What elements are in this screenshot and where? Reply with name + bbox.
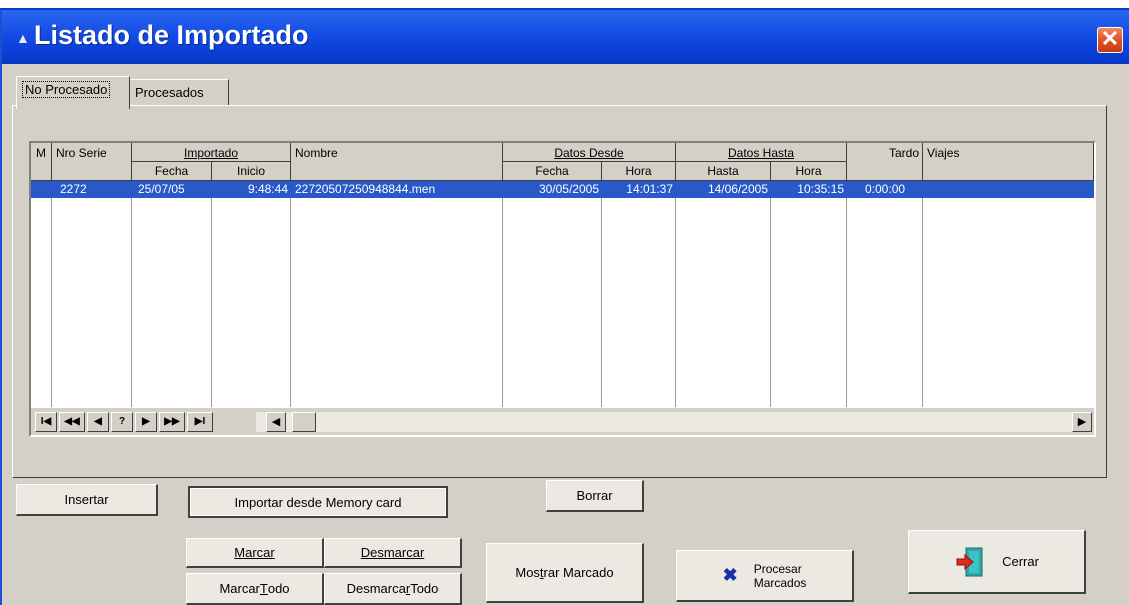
arrow-left-icon: ◀ [271,416,281,428]
title-bar[interactable]: ▲ Listado de Importado ✕ [2,10,1129,64]
nav-last-button[interactable]: ▶I [187,412,213,432]
horizontal-scrollbar[interactable]: ◀ ▶ [256,412,1092,432]
header-datos-desde[interactable]: Datos Desde [503,143,676,162]
header-importado-label: Importado [183,146,239,160]
column-separator [922,181,923,407]
tab-no-procesado[interactable]: No Procesado [16,76,130,109]
scroll-left-button[interactable]: ◀ [266,412,286,432]
nav-next-button[interactable]: ▶ [135,412,157,432]
table-row[interactable]: 2272 25/07/05 9:48:44 22720507250948844.… [31,181,1094,198]
cell-nombre[interactable]: 22720507250948844.men [291,181,503,198]
header-importado-inicio[interactable]: Inicio [212,162,291,181]
header-nombre[interactable]: Nombre [291,143,503,181]
prev-record-icon: ◀ [94,416,102,427]
column-separator [770,181,771,407]
cell-hasta-fecha[interactable]: 14/06/2005 [676,181,771,198]
last-record-icon: ▶I [194,416,206,427]
cerrar-label: Cerrar [1002,554,1039,569]
nav-prev-button[interactable]: ◀ [87,412,109,432]
header-desde-hora[interactable]: Hora [602,162,676,181]
column-separator [601,181,602,407]
navigator-bar: I◀ ◀◀ ◀ ? ▶ ▶▶ ▶I ◀ ▶ [31,407,1094,435]
cell-imp-fecha[interactable]: 25/07/05 [132,181,212,198]
scroll-thumb[interactable] [292,412,316,432]
nav-next-page-button[interactable]: ▶▶ [159,412,185,432]
prev-page-icon: ◀◀ [64,416,80,427]
help-icon: ? [118,416,126,427]
column-separator [846,181,847,407]
nav-first-button[interactable]: I◀ [35,412,57,432]
column-separator [211,181,212,407]
desmarcar-label: Desmarcar [360,545,425,560]
desmarcar-todo-label: Desmarca r Todo [346,581,439,596]
column-separator [131,181,132,407]
marcar-button[interactable]: Marcar [186,538,324,568]
tab-panel: M Nro Serie Importado Fecha Inicio Nombr… [12,105,1107,478]
column-separator [675,181,676,407]
importar-label: Importar desde Memory card [190,488,446,516]
close-button[interactable]: ✕ [1097,27,1123,53]
cell-nro-serie[interactable]: 2272 [52,181,132,198]
header-datos-hasta-label: Datos Hasta [727,146,795,160]
header-viajes[interactable]: Viajes [923,143,1094,181]
header-tardo[interactable]: Tardo [847,143,923,181]
scroll-right-button[interactable]: ▶ [1072,412,1092,432]
header-importado-fecha[interactable]: Fecha [132,162,212,181]
procesar-marcados-label: Procesar Marcados [753,561,807,590]
cell-m[interactable] [31,181,52,198]
cell-tardo[interactable]: 0:00:00 [847,181,923,198]
window-title: Listado de Importado [34,20,309,50]
column-separator [290,181,291,407]
header-hasta-hasta[interactable]: Hasta [676,162,771,181]
data-grid[interactable]: M Nro Serie Importado Fecha Inicio Nombr… [29,141,1096,437]
column-separator [502,181,503,407]
app-icon: ▲ [16,30,30,46]
header-datos-hasta[interactable]: Datos Hasta [676,143,847,162]
marcar-label: Marcar [234,545,275,560]
column-separator [51,181,52,407]
arrow-right-icon: ▶ [1077,416,1087,428]
nav-prev-page-button[interactable]: ◀◀ [59,412,85,432]
tab-procesados-label: Procesados [135,85,204,100]
cell-desde-hora[interactable]: 14:01:37 [602,181,676,198]
borrar-label: Borrar [576,488,613,503]
next-record-icon: ▶ [142,416,150,427]
exit-door-icon [954,545,988,579]
cell-hasta-hora[interactable]: 10:35:15 [771,181,847,198]
header-importado[interactable]: Importado [132,143,291,162]
importar-memory-card-button[interactable]: Importar desde Memory card [188,486,448,518]
cerrar-button[interactable]: Cerrar [908,530,1086,594]
header-desde-fecha[interactable]: Fecha [503,162,602,181]
mostrar-marcado-button[interactable]: Mos t rar Marcado [486,543,644,603]
marcar-todo-button[interactable]: Marcar Todo [186,573,324,605]
borrar-button[interactable]: Borrar [546,480,644,512]
window: ▲ Listado de Importado ✕ No Procesado Pr… [0,8,1129,605]
tab-no-procesado-label: No Procesado [22,81,111,98]
blue-x-icon: ✖ [722,565,738,585]
cell-viajes[interactable] [923,181,1094,198]
header-m[interactable]: M [31,143,52,181]
first-record-icon: I◀ [40,416,52,427]
next-page-icon: ▶▶ [164,416,180,427]
cell-desde-fecha[interactable]: 30/05/2005 [503,181,602,198]
header-nro-serie[interactable]: Nro Serie [52,143,132,181]
procesar-marcados-button[interactable]: ✖ Procesar Marcados [676,550,854,602]
header-datos-desde-label: Datos Desde [554,146,624,160]
cell-imp-inicio[interactable]: 9:48:44 [212,181,291,198]
desmarcar-button[interactable]: Desmarcar [324,538,462,568]
header-hasta-hora[interactable]: Hora [771,162,847,181]
insertar-label: Insertar [64,492,109,507]
nav-help-button[interactable]: ? [111,412,133,432]
desmarcar-todo-button[interactable]: Desmarca r Todo [324,573,462,605]
insertar-button[interactable]: Insertar [16,484,158,516]
marcar-todo-label: Marcar Todo [219,581,290,596]
mostrar-marcado-label: Mos t rar Marcado [515,565,614,580]
close-icon: ✕ [1100,26,1120,51]
